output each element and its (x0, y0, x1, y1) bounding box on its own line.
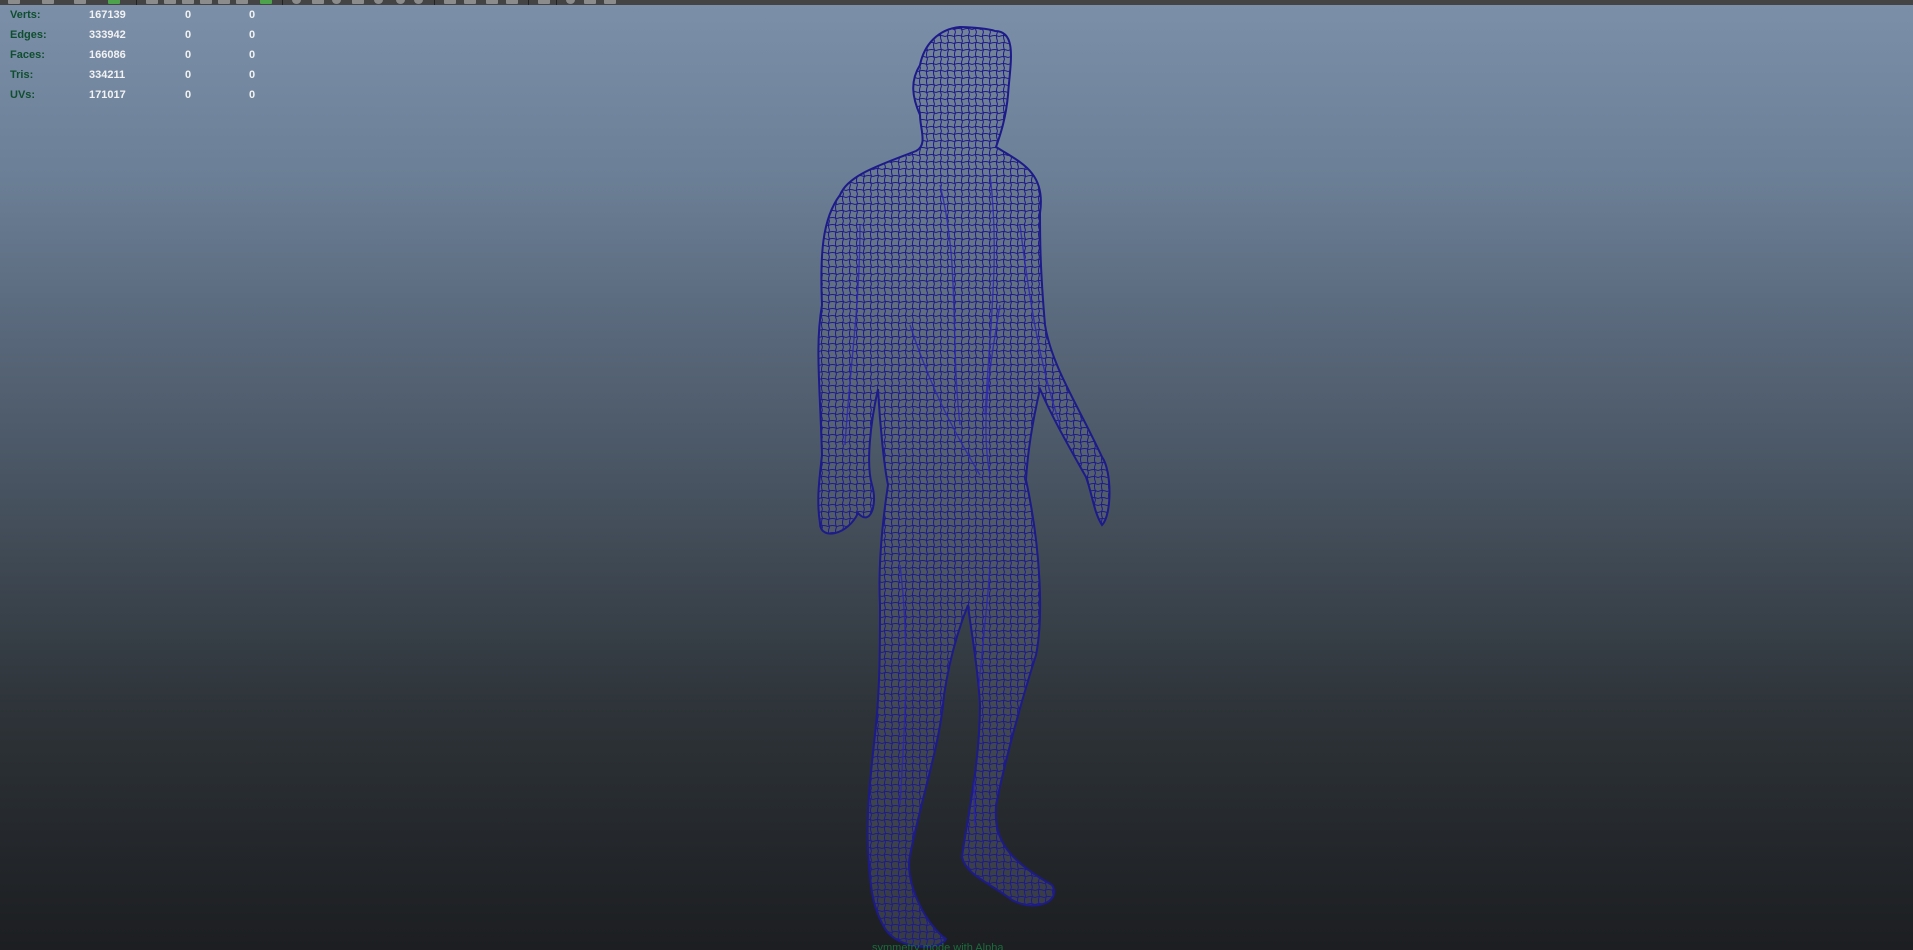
isolate-select-icon[interactable] (444, 0, 456, 4)
hud-value-selected: 0 (185, 49, 192, 61)
hud-value-total: 333942 (89, 29, 126, 41)
backface-culling-icon[interactable] (506, 0, 518, 4)
hud-value-selected: 0 (185, 29, 192, 41)
hud-value-components: 0 (249, 89, 256, 101)
color-management-icon[interactable] (604, 0, 616, 4)
image-plane-icon[interactable] (108, 0, 120, 4)
hud-row-faces: Faces: 166086 0 0 (10, 45, 270, 65)
hud-row-tris: Tris: 334211 0 0 (10, 65, 270, 85)
hud-toggle-icon[interactable] (538, 0, 550, 4)
hud-label: Tris: (10, 69, 34, 81)
3d-viewport[interactable]: Verts: 167139 0 0 Edges: 333942 0 0 Face… (0, 5, 1913, 950)
camera-attributes-icon[interactable] (42, 0, 54, 4)
exposure-icon[interactable] (566, 0, 575, 4)
hud-value-selected: 0 (185, 9, 192, 21)
wireframe-body (817, 25, 1111, 948)
shading-icon[interactable] (292, 0, 301, 4)
smooth-shade-icon[interactable] (312, 0, 324, 4)
ambient-occlusion-icon[interactable] (414, 0, 423, 4)
hud-value-total: 171017 (89, 89, 126, 101)
hud-value-components: 0 (249, 69, 256, 81)
gate-mask-icon[interactable] (200, 0, 212, 4)
hud-row-uvs: UVs: 171017 0 0 (10, 85, 270, 105)
wireframe-toggle-icon[interactable] (260, 0, 272, 4)
hud-value-selected: 0 (185, 69, 192, 81)
hud-label: Edges: (10, 29, 47, 41)
xray-joints-icon[interactable] (486, 0, 498, 4)
grid-icon[interactable] (146, 0, 158, 4)
hud-value-components: 0 (249, 29, 256, 41)
film-gate-icon[interactable] (164, 0, 176, 4)
hud-label: Faces: (10, 49, 45, 61)
field-chart-icon[interactable] (218, 0, 230, 4)
hud-row-edges: Edges: 333942 0 0 (10, 25, 270, 45)
select-camera-icon[interactable] (8, 0, 20, 4)
resolution-gate-icon[interactable] (182, 0, 194, 4)
hud-label: UVs: (10, 89, 36, 101)
bookmark-icon[interactable] (74, 0, 86, 4)
hud-value-components: 0 (249, 49, 256, 61)
hud-label: Verts: (10, 9, 41, 21)
hud-value-total: 166086 (89, 49, 126, 61)
shadows-icon[interactable] (396, 0, 405, 4)
hud-value-total: 167139 (89, 9, 126, 21)
hud-row-verts: Verts: 167139 0 0 (10, 5, 270, 25)
hud-value-components: 0 (249, 9, 256, 21)
textured-icon[interactable] (332, 0, 341, 4)
lights-icon[interactable] (374, 0, 383, 4)
xray-icon[interactable] (464, 0, 476, 4)
viewport-status-message: symmetry mode with Alpha (872, 942, 1004, 950)
hud-value-total: 334211 (89, 69, 126, 81)
poly-count-hud: Verts: 167139 0 0 Edges: 333942 0 0 Face… (10, 5, 270, 105)
wireframe-human-model[interactable] (0, 5, 1913, 950)
gamma-icon[interactable] (584, 0, 596, 4)
hud-value-selected: 0 (185, 89, 192, 101)
wireframe-on-shaded-icon[interactable] (352, 0, 364, 4)
safe-action-icon[interactable] (236, 0, 248, 4)
